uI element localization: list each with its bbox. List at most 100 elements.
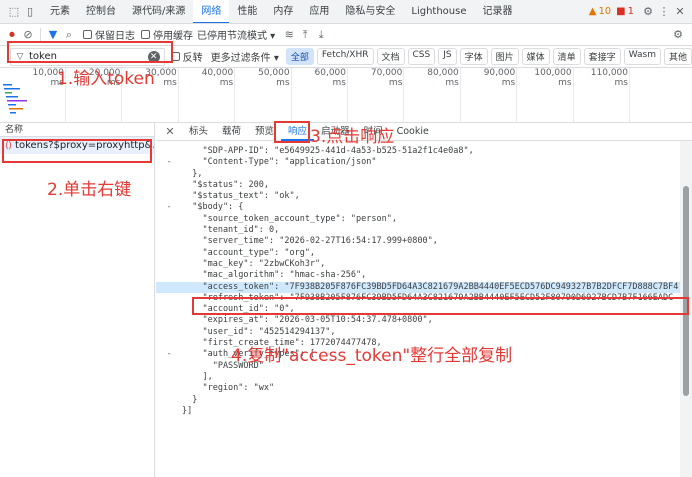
divider	[40, 27, 41, 42]
code-gutter	[156, 327, 182, 338]
code-gutter	[156, 361, 182, 372]
tick-label: 50,000 ms	[258, 68, 290, 88]
device-toolbar-icon[interactable]: ▯	[22, 4, 38, 20]
type-filter-0[interactable]: 全部	[285, 48, 314, 65]
highlight-access-token	[192, 297, 689, 315]
wifi-icon[interactable]: ≋	[281, 27, 297, 43]
network-settings-icon[interactable]: ⚙	[670, 27, 686, 43]
code-line: - "Content-Type": "application/json"	[156, 157, 680, 168]
tab-4[interactable]: 性能	[229, 0, 265, 23]
type-filter-9[interactable]: 套接字	[583, 48, 621, 65]
name-column-header[interactable]: 名称	[0, 123, 154, 137]
code-text: "$status": 200,	[182, 179, 269, 190]
type-filter-4[interactable]: JS	[438, 48, 457, 65]
tab-5[interactable]: 内存	[265, 0, 301, 23]
code-gutter	[156, 248, 182, 259]
tab-8[interactable]: Lighthouse	[403, 0, 474, 23]
type-filter-6[interactable]: 图片	[490, 48, 519, 65]
code-gutter	[156, 304, 182, 315]
code-text: "expires_at": "2026-03-05T10:54:37.478+0…	[182, 315, 433, 326]
code-gutter	[156, 225, 182, 236]
code-gutter: -	[166, 202, 172, 213]
name-header-label: 名称	[5, 125, 24, 135]
more-menu-icon[interactable]: ⋮	[656, 4, 672, 20]
type-filter-5[interactable]: 字体	[459, 48, 488, 65]
detail-tab-1[interactable]: 载荷	[215, 123, 248, 141]
timeline-tick: 40,000 ms	[202, 68, 236, 122]
code-text: "tenant_id": 0,	[182, 225, 280, 236]
code-gutter	[156, 315, 182, 326]
code-gutter	[156, 282, 182, 293]
timeline-tick: 30,000 ms	[145, 68, 179, 122]
detail-tab-6[interactable]: Cookie	[390, 123, 436, 141]
tick-label: 70,000 ms	[370, 68, 403, 88]
annotation-4: 4.复制"access_token"整行全部复制	[231, 346, 513, 366]
throttle-value: 已停用节流模式	[197, 31, 267, 42]
tick-label: 90,000 ms	[483, 68, 516, 88]
tab-3[interactable]: 网络	[193, 0, 230, 23]
warnings-badge[interactable]: ▲ 10	[589, 6, 611, 17]
close-detail-icon[interactable]: ✕	[162, 124, 178, 140]
checkbox-box[interactable]	[83, 30, 92, 39]
type-filter-2[interactable]: 文档	[376, 48, 405, 65]
tab-7[interactable]: 隐私与安全	[337, 0, 403, 23]
tab-6[interactable]: 应用	[301, 0, 337, 23]
type-filter-8[interactable]: 清单	[552, 48, 581, 65]
type-filter-1[interactable]: Fetch/XHR	[316, 48, 374, 65]
code-gutter	[156, 293, 182, 304]
code-line: }	[156, 395, 680, 406]
tick-label: 80,000 ms	[427, 68, 459, 88]
errors-count: 1	[627, 6, 634, 17]
import-icon[interactable]: ⤒	[297, 27, 313, 43]
export-icon[interactable]: ⤓	[313, 27, 329, 43]
more-filters-select[interactable]: 更多过滤条件 ▾	[211, 49, 279, 64]
timeline-tick: 50,000 ms	[258, 68, 292, 122]
tab-9[interactable]: 记录器	[475, 0, 521, 23]
code-gutter	[156, 180, 182, 191]
code-text: "region": "wx"	[182, 383, 275, 394]
code-gutter	[156, 169, 182, 180]
preserve-log-checkbox[interactable]: 保留日志	[83, 27, 135, 42]
errors-badge[interactable]: ■ 1	[616, 6, 634, 17]
annotation-1: 1.输入token	[57, 69, 155, 89]
code-text: }]	[182, 405, 193, 416]
code-line: "source_token_account_type": "person",	[156, 214, 680, 225]
type-filter-11[interactable]: 其他	[663, 48, 692, 65]
code-line: "region": "wx"	[156, 383, 680, 394]
inspect-icon[interactable]: ⬚	[6, 4, 22, 20]
close-icon[interactable]: ✕	[672, 4, 688, 20]
code-text: "server_time": "2026-02-27T16:54:17.999+…	[182, 236, 438, 247]
code-line: "user_id": "452514294137",	[156, 327, 680, 338]
tab-1[interactable]: 控制台	[78, 0, 124, 23]
code-gutter	[156, 146, 182, 157]
checkbox-box[interactable]	[141, 30, 150, 39]
tick-label: 40,000 ms	[201, 68, 234, 88]
more-filters-label: 更多过滤条件	[210, 53, 271, 64]
tab-2[interactable]: 源代码/来源	[124, 0, 193, 23]
disable-cache-checkbox[interactable]: 停用缓存	[141, 27, 193, 42]
settings-icon[interactable]: ⚙	[640, 4, 656, 20]
code-line: "mac_key": "2zbwCKoh3r",	[156, 259, 680, 270]
invert-label: 反转	[182, 53, 203, 64]
code-gutter: -	[166, 349, 172, 360]
detail-tab-0[interactable]: 标头	[182, 123, 215, 141]
scrollbar-thumb[interactable]	[683, 186, 689, 396]
code-gutter: -	[166, 157, 172, 168]
timeline-tick: 100,000 ms	[534, 68, 574, 122]
type-filter-7[interactable]: 媒体	[521, 48, 550, 65]
code-text: "access_token": "7F938B205F876FC39BD5FD6…	[182, 281, 679, 292]
throttle-select[interactable]: 已停用节流模式 ▾	[197, 27, 275, 42]
tab-0[interactable]: 元素	[42, 0, 78, 23]
code-text: "user_id": "452514294137",	[182, 326, 336, 337]
code-text: "mac_key": "2zbwCKoh3r",	[182, 258, 326, 269]
waterfall-overview	[3, 84, 27, 114]
annotation-2: 2.单击右键	[47, 180, 132, 200]
code-gutter	[156, 383, 182, 394]
tick-label: 60,000 ms	[314, 68, 347, 88]
code-line: "expires_at": "2026-03-05T10:54:37.478+0…	[156, 315, 680, 326]
code-gutter	[156, 236, 182, 247]
code-line: "account_type": "org",	[156, 248, 680, 259]
type-filter-10[interactable]: Wasm	[623, 48, 661, 65]
type-filter-3[interactable]: CSS	[407, 48, 436, 65]
invert-checkbox[interactable]: 反转	[170, 49, 203, 64]
